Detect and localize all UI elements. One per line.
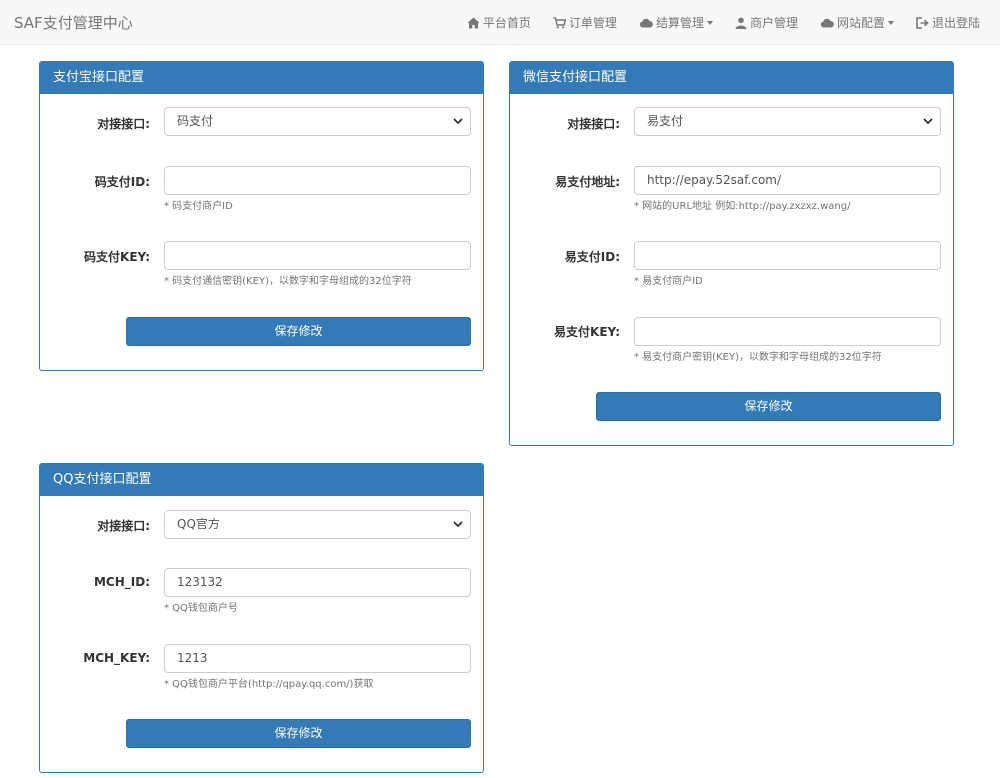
url-help-text: * 网站的URL地址 例如:http://pay.zxzxz.wang/ — [634, 201, 851, 212]
select-value: 码支付 — [177, 114, 214, 128]
mch-key-help-text: * QQ钱包商户平台(http://qpay.qq.com/)获取 — [164, 679, 374, 690]
nav-item-site-config[interactable]: 网站配置 — [820, 14, 894, 31]
navbar: SAF支付管理中心 平台首页 订单管理 结算管理 商户管理 网站配置 退出登陆 — [0, 0, 1000, 45]
brand-title[interactable]: SAF支付管理中心 — [14, 12, 133, 33]
nav-item-label: 网站配置 — [836, 16, 885, 30]
nav-item-merchants[interactable]: 商户管理 — [735, 14, 798, 31]
key-label: 码支付KEY: — [84, 250, 150, 264]
nav-item-settlement[interactable]: 结算管理 — [639, 14, 713, 31]
mch-id-label: MCH_ID: — [93, 575, 150, 589]
nav-item-home[interactable]: 平台首页 — [467, 14, 531, 31]
id-input[interactable] — [164, 166, 471, 195]
mch-key-label: MCH_KEY: — [83, 651, 150, 665]
key-help-text: * 易支付商户密钥(KEY)，以数字和字母组成的32位字符 — [634, 352, 882, 363]
cart-icon — [553, 16, 566, 28]
save-button[interactable]: 保存修改 — [126, 719, 471, 748]
panel-title: 支付宝接口配置 — [40, 62, 483, 94]
select-value: QQ官方 — [177, 517, 220, 531]
save-button[interactable]: 保存修改 — [126, 317, 471, 346]
nav-item-label: 订单管理 — [568, 16, 617, 30]
mch-id-help-text: * QQ钱包商户号 — [164, 603, 238, 614]
url-input[interactable]: http://epay.52saf.com/ — [634, 166, 941, 195]
caret-down-icon — [706, 20, 713, 25]
panel-title: 微信支付接口配置 — [510, 62, 953, 94]
interface-select[interactable]: QQ官方 — [164, 510, 471, 539]
cloud-icon — [639, 18, 653, 27]
mch-key-input[interactable]: 1213 — [164, 644, 471, 673]
alipay-config-panel: 支付宝接口配置 对接接口: 码支付 码支付ID: * 码支付商户ID 码支付KE… — [39, 61, 484, 371]
id-help-text: * 码支付商户ID — [164, 201, 233, 212]
interface-select[interactable]: 码支付 — [164, 107, 471, 136]
nav-item-label: 商户管理 — [749, 16, 798, 30]
nav-item-label: 平台首页 — [482, 16, 531, 30]
key-help-text: * 码支付通信密钥(KEY)，以数字和字母组成的32位字符 — [164, 276, 412, 287]
nav-menu: 平台首页 订单管理 结算管理 商户管理 网站配置 退出登陆 — [445, 0, 980, 45]
url-label: 易支付地址: — [555, 175, 620, 189]
qq-config-panel: QQ支付接口配置 对接接口: QQ官方 MCH_ID: 123132 * QQ钱… — [39, 463, 484, 773]
interface-label: 对接接口: — [97, 519, 150, 533]
id-help-text: * 易支付商户ID — [634, 276, 703, 287]
save-button[interactable]: 保存修改 — [596, 392, 941, 421]
cloud-icon — [820, 18, 834, 27]
chevron-down-icon — [453, 521, 463, 528]
id-label: 码支付ID: — [94, 175, 150, 189]
nav-item-orders[interactable]: 订单管理 — [553, 14, 617, 31]
id-label: 易支付ID: — [564, 250, 620, 264]
interface-label: 对接接口: — [97, 117, 150, 131]
chevron-down-icon — [453, 118, 463, 125]
caret-down-icon — [887, 20, 894, 25]
wechat-config-panel: 微信支付接口配置 对接接口: 易支付 易支付地址: http://epay.52… — [509, 61, 954, 446]
select-value: 易支付 — [647, 114, 684, 128]
nav-item-logout[interactable]: 退出登陆 — [916, 14, 980, 31]
interface-select[interactable]: 易支付 — [634, 107, 941, 136]
home-icon — [467, 17, 480, 28]
key-label: 易支付KEY: — [554, 325, 620, 339]
interface-label: 对接接口: — [567, 117, 620, 131]
key-input[interactable] — [634, 317, 941, 346]
key-input[interactable] — [164, 241, 471, 270]
panel-title: QQ支付接口配置 — [40, 464, 483, 496]
nav-item-label: 退出登陆 — [931, 16, 980, 30]
mch-id-input[interactable]: 123132 — [164, 568, 471, 597]
user-icon — [735, 17, 747, 29]
id-input[interactable] — [634, 241, 941, 270]
logout-icon — [916, 16, 929, 29]
chevron-down-icon — [923, 118, 933, 125]
nav-item-label: 结算管理 — [655, 16, 704, 30]
